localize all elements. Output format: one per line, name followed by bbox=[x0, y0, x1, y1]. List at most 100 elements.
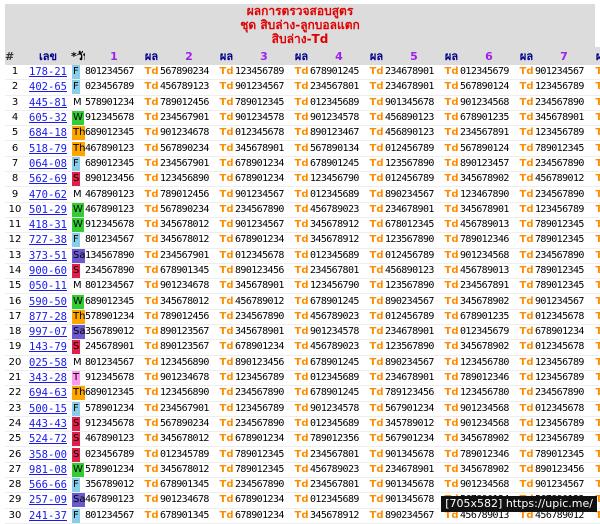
digit-sequence: 234567801 bbox=[310, 263, 368, 280]
lottery-number-link[interactable]: 445-81 bbox=[25, 95, 71, 111]
lottery-number-link[interactable]: 981-08 bbox=[25, 462, 71, 479]
result-label: Td bbox=[143, 416, 160, 433]
col-header-round-7: 7 bbox=[535, 47, 593, 65]
day-badge: F bbox=[72, 65, 80, 79]
lottery-number-link[interactable]: 025-58 bbox=[25, 355, 71, 371]
result-label: Td bbox=[143, 339, 160, 356]
lottery-number-link[interactable]: 064-08 bbox=[25, 156, 71, 173]
lottery-number-link[interactable]: 178-21 bbox=[25, 65, 71, 81]
digit-sequence: 234567890 bbox=[85, 263, 143, 280]
lottery-number-link[interactable]: 418-31 bbox=[25, 217, 71, 234]
digit-sequence: 234567890 bbox=[235, 202, 293, 218]
lottery-number-link[interactable]: 590-50 bbox=[25, 293, 71, 310]
lottery-number-link[interactable]: 684-18 bbox=[25, 125, 71, 142]
lottery-number-link[interactable]: 358-00 bbox=[25, 446, 71, 463]
lottery-number-link[interactable]: 877-28 bbox=[25, 309, 71, 326]
digit-sequence: 901345678 bbox=[385, 95, 443, 111]
row-number: 26 bbox=[5, 446, 25, 463]
digit-sequence: 901234578 bbox=[310, 324, 368, 341]
day-badge: F bbox=[72, 401, 80, 416]
digit-sequence: 456789023 bbox=[310, 309, 368, 326]
lottery-number-link[interactable]: 500-15 bbox=[25, 401, 71, 417]
digit-sequence: 456890123 bbox=[385, 110, 443, 127]
report-header: ผลการตรวจสอบสูตร ชุด สิบล่าง-ลูกบอลแตก ส… bbox=[5, 4, 595, 48]
result-label: Td bbox=[443, 355, 460, 371]
digit-sequence: 901345678 bbox=[385, 492, 443, 509]
col-header-result-7: ผล bbox=[593, 47, 600, 65]
digit-sequence: 789012356 bbox=[310, 431, 368, 448]
digit-sequence: 345678012 bbox=[160, 462, 218, 479]
digit-sequence: 456789023 bbox=[310, 339, 368, 356]
result-label: Td bbox=[518, 125, 535, 142]
day-cell: F bbox=[71, 401, 85, 417]
lottery-number-link[interactable]: 900-60 bbox=[25, 263, 71, 280]
lottery-number-link[interactable]: 402-65 bbox=[25, 79, 71, 96]
lottery-number-link[interactable]: 524-72 bbox=[25, 431, 71, 448]
result-label: Td bbox=[443, 431, 460, 448]
digit-sequence: 456890123 bbox=[385, 125, 443, 142]
lottery-number-link[interactable]: 241-37 bbox=[25, 508, 71, 524]
lottery-number-link[interactable]: 501-29 bbox=[25, 202, 71, 218]
lottery-number-link[interactable]: 694-63 bbox=[25, 385, 71, 402]
digit-sequence: 678901234 bbox=[535, 324, 593, 341]
result-label: Td bbox=[368, 217, 385, 234]
digit-sequence: 012345689 bbox=[310, 370, 368, 387]
table-row: 17 877-28 Th 578901234 Td 789012456 Td 23456789… bbox=[5, 309, 600, 326]
digit-sequence: 567890234 bbox=[160, 65, 218, 81]
lottery-number-link[interactable]: 566-66 bbox=[25, 477, 71, 494]
col-header-result-3: ผล bbox=[293, 47, 310, 65]
digit-sequence: 234567890 bbox=[535, 156, 593, 173]
result-label: Td bbox=[368, 416, 385, 433]
day-badge: S bbox=[72, 416, 81, 431]
digit-sequence: 123456789 bbox=[235, 401, 293, 417]
table-row: 20 025-58 M 801234567 Td 123456890 Td 890123456… bbox=[5, 355, 600, 371]
lottery-number-link[interactable]: 373-51 bbox=[25, 248, 71, 264]
result-label: Td bbox=[593, 125, 600, 142]
day-cell: F bbox=[71, 232, 85, 249]
digit-sequence: 678901245 bbox=[310, 355, 368, 371]
digit-sequence: 578901234 bbox=[85, 309, 143, 326]
day-badge: S bbox=[72, 264, 81, 278]
lottery-number-link[interactable]: 470-62 bbox=[25, 186, 71, 203]
digit-sequence: 345678902 bbox=[460, 171, 518, 188]
digit-sequence: 123456789 bbox=[535, 125, 593, 142]
digit-sequence: 456789012 bbox=[535, 171, 593, 188]
lottery-number-link[interactable]: 562-69 bbox=[25, 171, 71, 188]
row-number: 12 bbox=[5, 232, 25, 249]
result-label: Td bbox=[293, 492, 310, 509]
digit-sequence: 345678901 bbox=[235, 278, 293, 295]
day-cell: Th bbox=[71, 385, 85, 402]
lottery-number-link[interactable]: 518-79 bbox=[25, 140, 71, 157]
lottery-number-link[interactable]: 605-32 bbox=[25, 110, 71, 127]
day-badge: M bbox=[72, 279, 83, 293]
result-label: Td bbox=[593, 324, 600, 341]
row-number: 30 bbox=[5, 508, 25, 524]
digit-sequence: 789012345 bbox=[235, 95, 293, 111]
table-row: 19 143-79 S 245678901 Td 890123567 Td 678901234… bbox=[5, 339, 600, 356]
result-label: Td bbox=[518, 385, 535, 402]
digit-sequence: 901234567 bbox=[235, 217, 293, 234]
result-label: Td bbox=[143, 401, 160, 417]
lottery-number-link[interactable]: 343-28 bbox=[25, 370, 71, 387]
digit-sequence: 234567890 bbox=[235, 385, 293, 402]
lottery-number-link[interactable]: 997-07 bbox=[25, 324, 71, 341]
digit-sequence: 901234678 bbox=[160, 125, 218, 142]
lottery-number-link[interactable]: 443-43 bbox=[25, 416, 71, 433]
digit-sequence: 890123456 bbox=[535, 462, 593, 479]
table-row: 7 064-08 F 689012345 Td 234567901 Td 678901234 T… bbox=[5, 156, 600, 173]
row-number: 28 bbox=[5, 477, 25, 494]
digit-sequence: 456789023 bbox=[310, 462, 368, 479]
digit-sequence: 678901235 bbox=[460, 309, 518, 326]
result-label: Td bbox=[518, 431, 535, 448]
digit-sequence: 123456890 bbox=[160, 171, 218, 188]
digit-sequence: 801234567 bbox=[85, 355, 143, 371]
result-label: Td bbox=[218, 370, 235, 387]
lottery-number-link[interactable]: 257-09 bbox=[25, 492, 71, 509]
result-label: Td bbox=[518, 416, 535, 433]
digit-sequence: 890234567 bbox=[385, 293, 443, 310]
lottery-number-link[interactable]: 143-79 bbox=[25, 339, 71, 356]
lottery-number-link[interactable]: 050-11 bbox=[25, 278, 71, 295]
lottery-number-link[interactable]: 727-38 bbox=[25, 232, 71, 249]
digit-sequence: 456789023 bbox=[310, 202, 368, 218]
table-body: 1 178-21 F 801234567 Td 567890234 Td 123456789 T… bbox=[5, 65, 600, 524]
